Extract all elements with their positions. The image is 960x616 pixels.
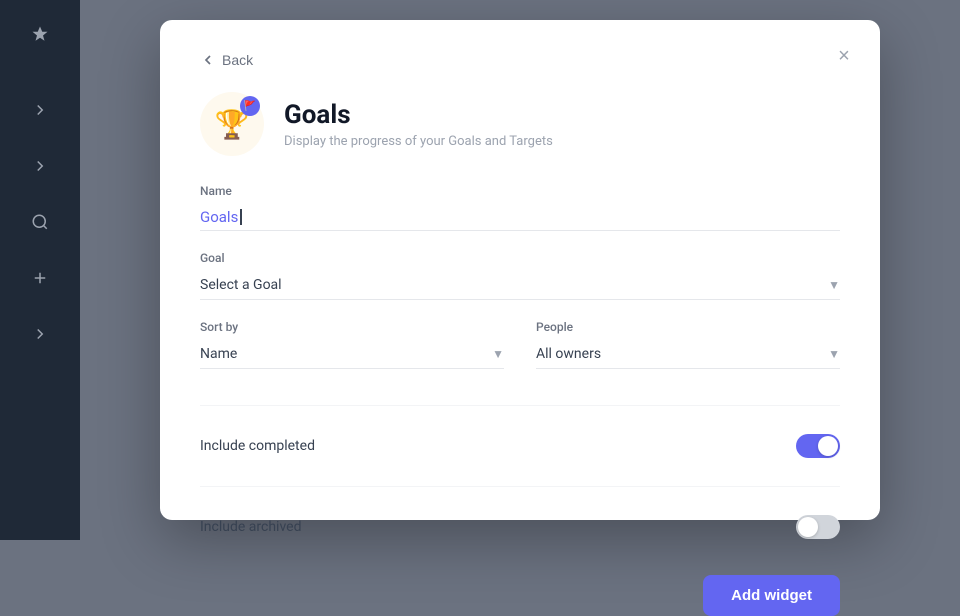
people-label: People <box>536 320 840 334</box>
back-chevron-icon <box>200 52 216 68</box>
include-archived-label: Include archived <box>200 519 301 535</box>
include-archived-row: Include archived <box>200 503 840 551</box>
modal-footer: Add widget <box>200 575 840 616</box>
sidebar-collapse-icon-3[interactable] <box>22 316 58 352</box>
modal-header: 🏆 🚩 Goals Display the progress of your G… <box>200 92 840 156</box>
name-section: Name Goals <box>200 184 840 231</box>
people-section: People All owners ▼ <box>536 320 840 369</box>
people-chevron-icon: ▼ <box>828 347 840 361</box>
sidebar <box>0 0 80 540</box>
modal-overlay: × Back 🏆 🚩 Goals Display the progress of… <box>80 0 960 540</box>
add-widget-button[interactable]: Add widget <box>703 575 840 616</box>
goal-section: Goal Select a Goal ▼ <box>200 251 840 300</box>
back-label: Back <box>222 52 253 68</box>
include-archived-toggle[interactable] <box>796 515 840 539</box>
goal-select-value: Select a Goal <box>200 277 828 293</box>
goal-label: Goal <box>200 251 840 265</box>
sidebar-collapse-icon-2[interactable] <box>22 148 58 184</box>
include-completed-row: Include completed <box>200 422 840 470</box>
sort-people-row: Sort by Name ▼ People All owners ▼ <box>200 320 840 389</box>
sort-label: Sort by <box>200 320 504 334</box>
modal-title-group: Goals Display the progress of your Goals… <box>284 100 553 149</box>
sidebar-add-icon[interactable] <box>22 260 58 296</box>
include-completed-label: Include completed <box>200 438 315 454</box>
sort-select-value: Name <box>200 346 492 362</box>
sidebar-logo-icon[interactable] <box>22 16 58 52</box>
include-completed-toggle[interactable] <box>796 434 840 458</box>
goal-select[interactable]: Select a Goal ▼ <box>200 271 840 300</box>
text-cursor <box>240 209 242 225</box>
modal-close-button[interactable]: × <box>828 40 860 72</box>
flag-badge: 🚩 <box>240 96 260 116</box>
modal-title: Goals <box>284 100 553 130</box>
people-select[interactable]: All owners ▼ <box>536 340 840 369</box>
goal-chevron-icon: ▼ <box>828 278 840 292</box>
sidebar-collapse-icon-1[interactable] <box>22 92 58 128</box>
sort-section: Sort by Name ▼ <box>200 320 504 369</box>
modal-container: × Back 🏆 🚩 Goals Display the progress of… <box>160 20 880 520</box>
modal-back-button[interactable]: Back <box>200 52 253 68</box>
modal-icon-wrapper: 🏆 🚩 <box>200 92 264 156</box>
sort-select[interactable]: Name ▼ <box>200 340 504 369</box>
name-label: Name <box>200 184 840 198</box>
divider-1 <box>200 405 840 406</box>
sidebar-search-icon[interactable] <box>22 204 58 240</box>
name-input-value: Goals <box>200 208 238 226</box>
divider-2 <box>200 486 840 487</box>
modal-subtitle: Display the progress of your Goals and T… <box>284 134 553 149</box>
sort-chevron-icon: ▼ <box>492 347 504 361</box>
people-select-value: All owners <box>536 346 828 362</box>
